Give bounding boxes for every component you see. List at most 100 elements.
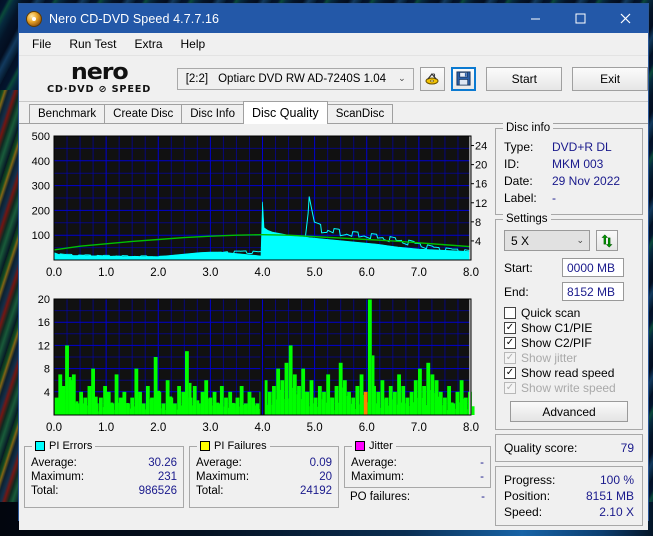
position-row: Position: 8151 MB <box>504 488 634 504</box>
settings-legend: Settings <box>503 213 551 225</box>
pi-failures-legend-label: PI Failures <box>214 440 267 452</box>
pi-errors-total-value: 986526 <box>138 485 177 497</box>
po-failures-row: PO failures: - <box>344 488 491 503</box>
jitter-legend: Jitter <box>352 440 396 452</box>
svg-text:7.0: 7.0 <box>411 422 427 434</box>
disc-info-id-label: ID: <box>504 157 520 171</box>
close-button[interactable] <box>603 4 648 33</box>
disc-info-type-row: Type: DVD+R DL <box>504 139 634 156</box>
checkbox-show-read-speed[interactable]: ✓ Show read speed <box>504 366 634 380</box>
start-button[interactable]: Start <box>486 66 563 91</box>
jitter-values: Average: - Maximum: - <box>345 447 490 486</box>
svg-text:16: 16 <box>475 179 487 191</box>
svg-text:6.0: 6.0 <box>359 267 375 279</box>
tab-bar: Benchmark Create Disc Disc Info Disc Qua… <box>19 101 648 124</box>
save-results-button[interactable] <box>451 66 477 91</box>
pi-failures-maximum-value: 20 <box>319 471 332 483</box>
svg-text:6.0: 6.0 <box>359 422 375 434</box>
svg-text:16: 16 <box>38 317 50 329</box>
exit-button[interactable]: Exit <box>572 66 648 91</box>
svg-text:100: 100 <box>32 230 50 242</box>
speed-label: Speed: <box>504 505 543 519</box>
menu-item-help[interactable]: Help <box>172 34 215 55</box>
svg-text:8: 8 <box>44 364 50 376</box>
pi-errors-maximum-row: Maximum: 231 <box>31 470 177 484</box>
logo-wordmark: nero <box>70 60 128 86</box>
speed-select-value: 5 X <box>511 233 530 248</box>
speed-row-status: Speed: 2.10 X <box>504 504 634 520</box>
disc-info-legend: Disc info <box>503 122 554 134</box>
menu-item-run-test[interactable]: Run Test <box>60 34 125 55</box>
checkbox-quick-scan[interactable]: Quick scan <box>504 306 634 320</box>
pif-graph: 4 8 12 16 20 0.0 1.0 2.0 3.0 4.0 5.0 6.0 7.0 8.0 <box>24 291 491 443</box>
tab-create-disc[interactable]: Create Disc <box>104 104 183 123</box>
checkbox-show-c2-pif[interactable]: ✓ Show C2/PIF <box>504 336 634 350</box>
pi-failures-average-value: 0.09 <box>309 457 332 469</box>
pi-errors-legend-label: PI Errors <box>49 440 93 452</box>
pi-errors-box: PI Errors Average: 30.26 Maximum: 231 To… <box>24 440 184 508</box>
pi-errors-average-row: Average: 30.26 <box>31 456 177 470</box>
minimize-button[interactable] <box>513 4 558 33</box>
end-input[interactable]: 8152 MB <box>562 282 624 301</box>
advanced-button[interactable]: Advanced <box>510 401 628 422</box>
title-bar: Nero CD-DVD Speed 4.7.7.16 <box>19 4 648 33</box>
checkbox-show-c1-pie[interactable]: ✓ Show C1/PIE <box>504 321 634 335</box>
progress-label: Progress: <box>504 473 556 487</box>
checkbox-show-read-speed-box[interactable]: ✓ <box>504 367 516 379</box>
pi-failures-maximum-row: Maximum: 20 <box>196 470 332 484</box>
progress-row: Progress: 100 % <box>504 472 634 488</box>
svg-text:200: 200 <box>32 205 50 217</box>
tab-scandisc[interactable]: ScanDisc <box>326 104 394 123</box>
eject-disc-button[interactable] <box>419 66 446 91</box>
pi-failures-maximum-label: Maximum: <box>196 471 250 483</box>
tab-benchmark[interactable]: Benchmark <box>29 104 106 123</box>
refresh-button[interactable] <box>596 230 618 251</box>
drive-name-label: Optiarc DVD RW AD-7240S 1.04 <box>218 72 386 85</box>
po-failures-value: - <box>481 491 485 503</box>
drive-selector[interactable]: [2:2] Optiarc DVD RW AD-7240S 1.04 ⌄ <box>176 67 414 90</box>
svg-text:4.0: 4.0 <box>255 267 271 279</box>
pi-errors-maximum-value: 231 <box>157 471 177 483</box>
drive-index-label: [2:2] <box>185 72 209 85</box>
checkbox-quick-scan-box[interactable] <box>504 307 516 319</box>
menu-item-file[interactable]: File <box>23 34 60 55</box>
maximize-button[interactable] <box>558 4 603 33</box>
svg-text:0.0: 0.0 <box>46 422 62 434</box>
jitter-average-row: Average: - <box>351 456 484 470</box>
quality-score-panel: Quality score: 79 <box>495 434 643 462</box>
tab-disc-info[interactable]: Disc Info <box>181 104 244 123</box>
disc-info-date-value: 29 Nov 2022 <box>552 174 621 188</box>
quality-score-label: Quality score: <box>504 441 578 455</box>
checkbox-show-c2-pif-box[interactable]: ✓ <box>504 337 516 349</box>
sidebar-column: Disc info Type: DVD+R DL ID: MKM 003 Dat… <box>495 122 643 526</box>
speed-value: 2.10 X <box>599 505 634 519</box>
jitter-legend-label: Jitter <box>369 440 393 452</box>
statistics-row: PI Errors Average: 30.26 Maximum: 231 To… <box>24 440 491 508</box>
speed-row: 5 X ⌄ <box>504 230 634 251</box>
nero-disc-icon <box>26 10 42 27</box>
menu-item-extra[interactable]: Extra <box>125 34 171 55</box>
start-input[interactable]: 0000 MB <box>562 258 624 277</box>
checkbox-show-c1-pie-box[interactable]: ✓ <box>504 322 516 334</box>
svg-text:2.0: 2.0 <box>150 267 166 279</box>
checkbox-show-write-speed-box: ✓ <box>504 382 516 394</box>
position-label: Position: <box>504 489 551 503</box>
checkbox-show-c2-pif-label: Show C2/PIF <box>521 336 592 350</box>
save-floppy-icon <box>456 71 471 86</box>
jitter-color-swatch <box>355 441 365 451</box>
toolbar: nero CD·DVD ⊘ SPEED [2:2] Optiarc DVD RW… <box>19 56 648 102</box>
disc-info-label-row: Label: - <box>504 190 634 207</box>
nero-logo: nero CD·DVD ⊘ SPEED <box>27 62 171 95</box>
pif-graph-canvas: 4 8 12 16 20 0.0 1.0 2.0 3.0 4.0 5.0 6.0 7.0 8.0 <box>38 294 479 434</box>
application-window: Nero CD-DVD Speed 4.7.7.16 File Run Test… <box>18 3 649 530</box>
svg-text:20: 20 <box>38 294 50 306</box>
speed-select[interactable]: 5 X ⌄ <box>504 230 590 251</box>
chevron-down-icon: ⌄ <box>576 235 584 245</box>
jitter-section: Jitter Average: - Maximum: - PO failures… <box>344 440 491 508</box>
svg-text:500: 500 <box>32 131 50 143</box>
tab-disc-quality[interactable]: Disc Quality <box>243 101 328 124</box>
pi-failures-total-value: 24192 <box>300 485 332 497</box>
start-label: Start: <box>504 260 533 275</box>
svg-text:2.0: 2.0 <box>150 422 166 434</box>
checkbox-show-jitter-box: ✓ <box>504 352 516 364</box>
